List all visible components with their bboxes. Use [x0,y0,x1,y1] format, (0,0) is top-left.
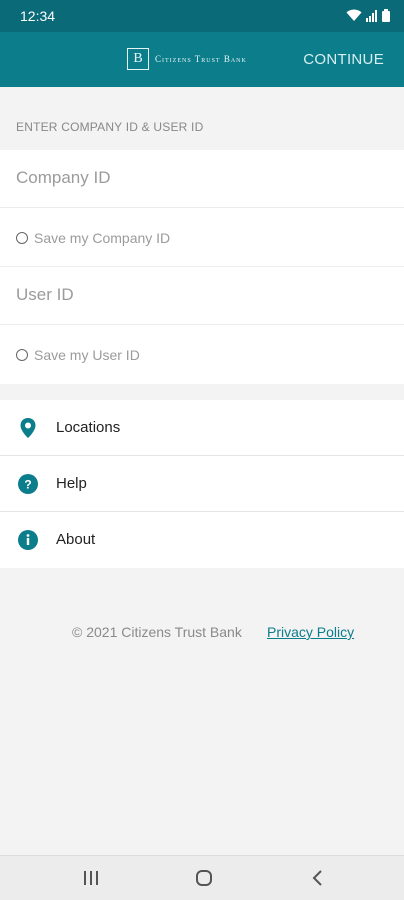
save-company-id-row: Save my Company ID [16,230,170,246]
save-company-id-option[interactable]: Save my Company ID [0,208,404,267]
save-user-id-row: Save my User ID [16,347,140,363]
user-id-placeholder: User ID [16,285,74,304]
menu-item-label: Locations [56,419,121,436]
company-id-field[interactable]: Company ID [0,150,404,208]
bank-logo-text: Citizens Trust Bank [155,54,247,64]
bank-logo-mark: B [127,48,149,70]
company-id-placeholder: Company ID [16,168,111,187]
status-bar: 12:34 [0,0,404,32]
bank-logo: B Citizens Trust Bank [127,48,247,70]
menu-item-help[interactable]: ? Help [0,456,404,512]
privacy-policy-link[interactable]: Privacy Policy [267,624,354,640]
save-user-id-option[interactable]: Save my User ID [0,325,404,384]
app-header: B Citizens Trust Bank CONTINUE [0,32,404,87]
user-id-field[interactable]: User ID [0,267,404,325]
status-time: 12:34 [20,8,56,24]
back-icon[interactable] [310,868,326,888]
continue-button[interactable]: CONTINUE [303,51,384,68]
menu-list: Locations ? Help About [0,400,404,568]
location-pin-icon [20,418,36,438]
help-icon: ? [18,474,38,494]
save-user-id-label: Save my User ID [34,347,140,363]
save-user-id-radio[interactable] [16,349,28,361]
section-label: ENTER COMPANY ID & USER ID [16,120,204,134]
battery-icon [382,9,390,22]
recent-apps-icon[interactable] [82,868,100,888]
copyright-text: © 2021 Citizens Trust Bank [72,624,242,640]
save-company-id-label: Save my Company ID [34,230,171,246]
info-icon [18,530,38,550]
system-nav-bar [0,855,404,900]
home-icon[interactable] [194,868,214,888]
save-company-id-radio[interactable] [16,232,28,244]
menu-item-about[interactable]: About [0,512,404,568]
signal-icon [366,10,377,22]
login-form: Company ID Save my Company ID User ID Sa… [0,150,404,384]
menu-item-label: About [56,531,96,548]
menu-item-label: Help [56,475,87,492]
svg-text:?: ? [24,478,31,492]
status-icons [346,9,390,22]
menu-item-locations[interactable]: Locations [0,400,404,456]
wifi-icon [346,9,362,21]
